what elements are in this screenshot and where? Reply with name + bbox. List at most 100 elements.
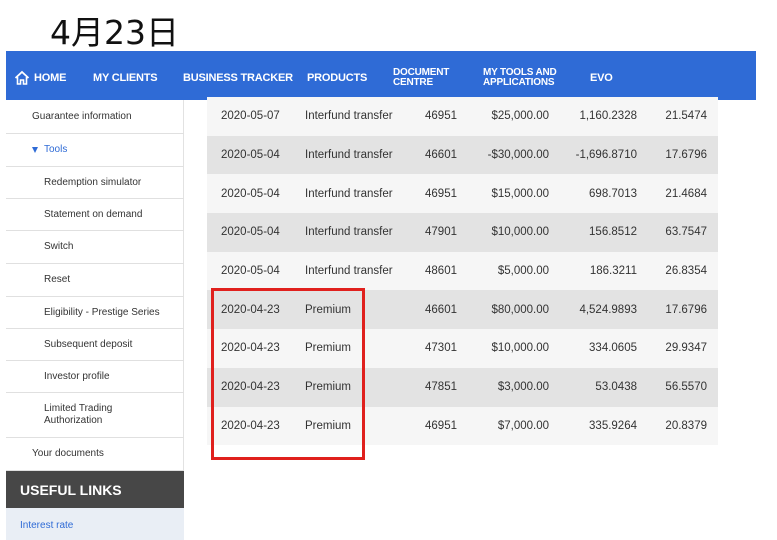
table-row: 2020-04-23 Premium 47851 $3,000.00 53.04… bbox=[207, 367, 718, 407]
nav-my-tools-line2: APPLICATIONS bbox=[483, 77, 555, 88]
sidebar-item-label: Guarantee information bbox=[32, 110, 132, 122]
table-row: 2020-05-04 Interfund transfer 46951 $15,… bbox=[207, 174, 718, 214]
cell-units: 335.9264 bbox=[589, 419, 637, 432]
cell-type: Interfund transfer bbox=[305, 265, 393, 278]
nav-my-tools[interactable]: MY TOOLS AND APPLICATIONS bbox=[483, 68, 557, 88]
sidebar-item-guarantee-information[interactable]: Guarantee information bbox=[6, 100, 184, 134]
cell-date: 2020-04-23 bbox=[221, 381, 280, 394]
table-row: 2020-04-23 Premium 46601 $80,000.00 4,52… bbox=[207, 290, 718, 330]
cell-unit-price: 17.6796 bbox=[665, 149, 707, 162]
cell-units: 53.0438 bbox=[595, 381, 637, 394]
cell-date: 2020-04-23 bbox=[221, 303, 280, 316]
sidebar-item-label: Eligibility - Prestige Series bbox=[44, 306, 160, 318]
cell-unit-price: 63.7547 bbox=[665, 226, 707, 239]
cell-type: Premium bbox=[305, 342, 352, 355]
cell-fund-code: 46951 bbox=[425, 110, 457, 123]
cell-unit-price: 21.5474 bbox=[665, 110, 707, 123]
sidebar-item-limited-trading-authorization[interactable]: Limited Trading Authorization bbox=[6, 393, 184, 438]
cell-date: 2020-04-23 bbox=[221, 342, 280, 355]
cell-units: 186.3211 bbox=[589, 265, 637, 278]
sidebar-item-redemption-simulator[interactable]: Redemption simulator bbox=[6, 167, 184, 199]
cell-fund-code: 48601 bbox=[425, 265, 457, 278]
sidebar-item-label: Your documents bbox=[32, 448, 104, 459]
interest-rate-link[interactable]: Interest rate bbox=[6, 508, 184, 540]
nav-document-centre-line2: CENTRE bbox=[393, 77, 433, 88]
cell-type: Interfund transfer bbox=[305, 110, 393, 123]
cell-amount: $3,000.00 bbox=[497, 381, 549, 394]
sidebar-item-label: Statement on demand bbox=[44, 208, 143, 220]
page: 4月23日 HOME MY CLIENTS BUSINESS TRACKER P… bbox=[0, 0, 777, 540]
cell-type: Premium bbox=[305, 419, 352, 432]
sidebar-item-label: Redemption simulator bbox=[44, 176, 142, 188]
cell-date: 2020-05-04 bbox=[221, 187, 280, 200]
sidebar-item-label-line1: Limited Trading bbox=[44, 403, 113, 414]
table-row: 2020-04-23 Premium 46951 $7,000.00 335.9… bbox=[207, 406, 718, 446]
cell-unit-price: 29.9347 bbox=[665, 342, 707, 355]
sidebar-item-eligibility-prestige-series[interactable]: Eligibility - Prestige Series bbox=[6, 297, 184, 329]
cell-fund-code: 47301 bbox=[425, 342, 457, 355]
cell-fund-code: 46951 bbox=[425, 187, 457, 200]
table-row: 2020-05-04 Interfund transfer 46601 -$30… bbox=[207, 135, 718, 175]
sidebar-item-label: Reset bbox=[44, 274, 71, 285]
table-row: 2020-05-04 Interfund transfer 47901 $10,… bbox=[207, 213, 718, 252]
cell-fund-code: 47901 bbox=[425, 226, 457, 239]
sidebar-item-tools[interactable]: Tools bbox=[6, 134, 184, 167]
cell-amount: $10,000.00 bbox=[491, 342, 549, 355]
sidebar-item-subsequent-deposit[interactable]: Subsequent deposit bbox=[6, 329, 184, 361]
cell-type: Interfund transfer bbox=[305, 226, 393, 239]
nav-home-label: HOME bbox=[34, 71, 67, 84]
cell-units: 156.8512 bbox=[589, 226, 637, 239]
table-row: 2020-05-04 Interfund transfer 48601 $5,0… bbox=[207, 251, 718, 291]
nav-business-tracker[interactable]: BUSINESS TRACKER bbox=[183, 73, 293, 84]
nav-products[interactable]: PRODUCTS bbox=[307, 73, 367, 84]
sidebar-item-your-documents[interactable]: Your documents bbox=[6, 438, 184, 471]
cell-fund-code: 46601 bbox=[425, 303, 457, 316]
sidebar: Guarantee information Tools Redemption s… bbox=[6, 100, 184, 540]
nav-my-clients[interactable]: MY CLIENTS bbox=[93, 73, 158, 84]
date-heading: 4月23日 bbox=[50, 13, 179, 52]
sidebar-item-label: Investor profile bbox=[44, 370, 110, 382]
cell-unit-price: 20.8379 bbox=[665, 419, 707, 432]
cell-amount: $7,000.00 bbox=[497, 419, 549, 432]
cell-type: Premium bbox=[305, 381, 352, 394]
sidebar-item-statement-on-demand[interactable]: Statement on demand bbox=[6, 199, 184, 231]
cell-amount: $25,000.00 bbox=[491, 110, 549, 123]
cell-amount: $80,000.00 bbox=[491, 303, 549, 316]
cell-units: 334.0605 bbox=[589, 342, 637, 355]
cell-unit-price: 21.4684 bbox=[665, 187, 707, 200]
cell-unit-price: 17.6796 bbox=[665, 303, 707, 316]
sidebar-item-label: Switch bbox=[44, 241, 74, 252]
transactions-table: 2020-05-07 Interfund transfer 46951 $25,… bbox=[207, 97, 718, 446]
cell-date: 2020-05-04 bbox=[221, 265, 280, 278]
cell-date: 2020-04-23 bbox=[221, 419, 280, 432]
sidebar-item-switch[interactable]: Switch bbox=[6, 231, 184, 264]
sidebar-item-label: Subsequent deposit bbox=[44, 338, 133, 350]
table-row: 2020-05-07 Interfund transfer 46951 $25,… bbox=[207, 97, 718, 136]
cell-units: 698.7013 bbox=[589, 187, 637, 200]
nav-document-centre[interactable]: DOCUMENT CENTRE bbox=[393, 68, 449, 88]
sidebar-item-investor-profile[interactable]: Investor profile bbox=[6, 361, 184, 393]
top-navbar: HOME MY CLIENTS BUSINESS TRACKER PRODUCT… bbox=[6, 51, 756, 100]
cell-unit-price: 56.5570 bbox=[665, 381, 707, 394]
home-icon bbox=[14, 70, 30, 85]
cell-type: Interfund transfer bbox=[305, 187, 393, 200]
cell-amount: -$30,000.00 bbox=[487, 149, 549, 162]
cell-units: 4,524.9893 bbox=[579, 303, 637, 316]
cell-amount: $5,000.00 bbox=[497, 265, 549, 278]
cell-date: 2020-05-04 bbox=[221, 149, 280, 162]
cell-date: 2020-05-04 bbox=[221, 226, 280, 239]
nav-home[interactable]: HOME bbox=[14, 70, 66, 86]
cell-date: 2020-05-07 bbox=[221, 110, 280, 123]
sidebar-item-label-line2: Authorization bbox=[44, 415, 103, 426]
cell-fund-code: 46601 bbox=[425, 149, 457, 162]
cell-fund-code: 47851 bbox=[425, 381, 457, 394]
nav-evo[interactable]: EVO bbox=[590, 73, 613, 84]
sidebar-item-reset[interactable]: Reset bbox=[6, 264, 184, 297]
cell-type: Premium bbox=[305, 303, 352, 316]
cell-amount: $15,000.00 bbox=[491, 187, 549, 200]
useful-links-header: USEFUL LINKS bbox=[6, 471, 184, 508]
cell-amount: $10,000.00 bbox=[491, 226, 549, 239]
caret-down-icon bbox=[32, 147, 38, 153]
cell-fund-code: 46951 bbox=[425, 419, 457, 432]
cell-units: 1,160.2328 bbox=[579, 110, 637, 123]
